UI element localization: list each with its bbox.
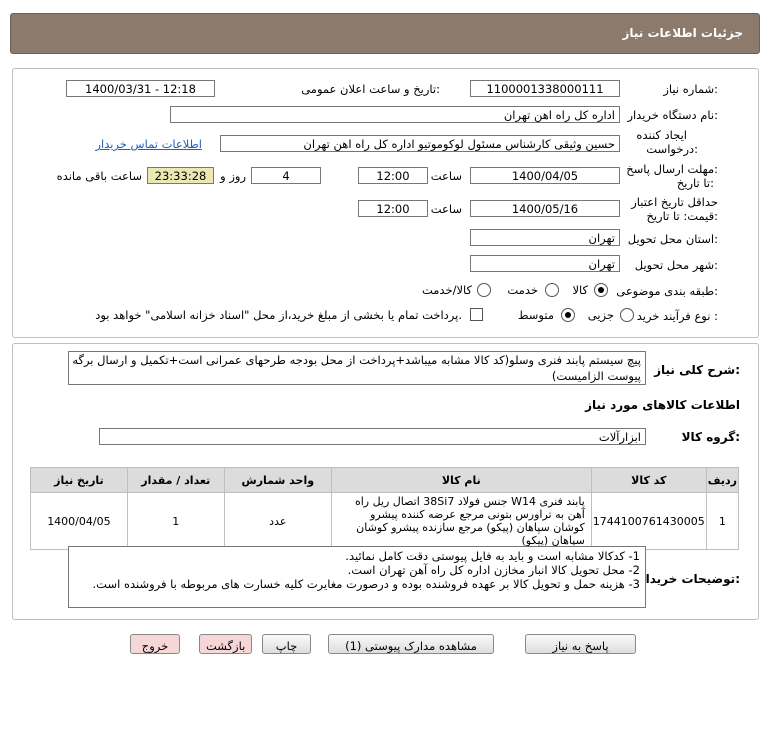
buyer-notes-label: توضیحات خریدار:: [638, 572, 740, 586]
reply-button[interactable]: پاسخ به نیاز: [525, 634, 636, 654]
row-date: 1400/04/05: [30, 492, 128, 550]
validity-label-2: قیمت: تا تاریخ:: [646, 209, 718, 223]
province-field: تهران: [470, 229, 620, 246]
page-title: جزئیات اطلاعات نیاز: [622, 26, 743, 40]
buyer-org-label: نام دستگاه خریدار:: [627, 108, 718, 122]
buyer-notes-box: 1- کدکالا مشابه است و باید به فایل پیوست…: [68, 546, 646, 608]
buyer-note-line: 1- کدکالا مشابه است و باید به فایل پیوست…: [345, 549, 640, 563]
deadline-label: مهلت ارسال پاسخ:: [626, 162, 718, 176]
treasury-payment-note: پرداخت تمام یا بخشی از مبلغ خرید،از محل …: [95, 308, 462, 322]
creator-field: حسین وثیقی کارشناس مسئول لوکوموتیو اداره…: [220, 135, 620, 152]
category-label: طبقه بندی موضوعی:: [616, 284, 718, 298]
goods-group-field: ابزارآلات: [99, 428, 646, 445]
page-header: جزئیات اطلاعات نیاز: [10, 13, 760, 54]
row-qty: 1: [126, 492, 225, 550]
validity-time-field: 12:00: [358, 200, 428, 217]
exit-button[interactable]: خروج: [130, 634, 180, 654]
col-code: کد کالا: [590, 467, 707, 493]
category-radio-goods[interactable]: [594, 283, 608, 297]
buyer-org-field: اداره کل راه اهن تهران: [170, 106, 620, 123]
goods-section-title: اطلاعات کالاهای مورد نیاز: [585, 398, 740, 412]
print-button[interactable]: چاپ: [262, 634, 311, 654]
deadline-label-2: تا تاریخ:: [676, 176, 714, 190]
table-row: 1 1744100761430005 پابند فنری W14 جنس فو…: [30, 492, 740, 550]
buyer-note-line: 2- محل تحویل کالا انبار مخازن اداره کل ر…: [347, 563, 640, 577]
category-option-service: خدمت: [507, 283, 538, 297]
col-date: تاریخ نیاز: [30, 467, 128, 493]
category-radio-service[interactable]: [545, 283, 559, 297]
goods-table-header: ردیف کد کالا نام کالا واحد شمارش تعداد /…: [30, 467, 740, 493]
col-index: ردیف: [705, 467, 740, 493]
view-attachments-button[interactable]: مشاهده مدارک پیوستی (1): [328, 634, 494, 654]
col-unit: واحد شمارش: [223, 467, 332, 493]
deadline-date-field: 1400/04/05: [470, 167, 620, 184]
row-code: 1744100761430005: [590, 492, 707, 550]
row-name: پابند فنری W14 جنس فولاد 38Si7 اتصال ریل…: [330, 492, 592, 550]
category-option-goods-service: کالا/خدمت: [421, 283, 472, 297]
remaining-time-field: 23:33:28: [147, 167, 214, 184]
validity-date-field: 1400/05/16: [470, 200, 620, 217]
deadline-time-label: ساعت: [430, 169, 462, 183]
category-radio-goods-service[interactable]: [477, 283, 491, 297]
back-button[interactable]: بازگشت: [199, 634, 252, 654]
province-label: استان محل تحویل:: [627, 232, 718, 246]
announce-label: تاریخ و ساعت اعلان عمومی:: [301, 82, 440, 96]
remaining-time-label: ساعت باقی مانده: [56, 169, 142, 183]
creator-label: ایجاد کننده: [636, 128, 687, 142]
process-label: نوع فرآیند خرید :: [636, 309, 718, 323]
row-unit: عدد: [223, 492, 332, 550]
validity-time-label: ساعت: [430, 202, 462, 216]
days-and-label: روز و: [220, 169, 246, 183]
process-option-minor: جزیی: [587, 308, 614, 322]
buyer-contact-link[interactable]: اطلاعات تماس خریدار: [95, 137, 202, 151]
creator-label-2: درخواست:: [646, 142, 698, 156]
city-field: تهران: [470, 255, 620, 272]
days-field: 4: [251, 167, 321, 184]
process-option-medium: متوسط: [517, 308, 554, 322]
col-name: نام کالا: [330, 467, 592, 493]
announce-field: 1400/03/31 - 12:18: [66, 80, 215, 97]
need-number-label: شماره نیاز:: [663, 82, 718, 96]
validity-label: حداقل تاریخ اعتبار: [631, 195, 718, 209]
treasury-payment-checkbox[interactable]: [470, 308, 483, 321]
city-label: شهر محل تحویل:: [634, 258, 718, 272]
deadline-time-field: 12:00: [358, 167, 428, 184]
col-qty: تعداد / مقدار: [126, 467, 225, 493]
row-index: 1: [705, 492, 740, 550]
process-radio-medium[interactable]: [561, 308, 575, 322]
summary-label: شرح کلی نیاز:: [654, 363, 740, 377]
process-radio-minor[interactable]: [620, 308, 634, 322]
summary-text: پیچ سیستم پابند فنری وسلو(کد کالا مشابه …: [68, 351, 646, 385]
buyer-note-line: 3- هزینه حمل و تحویل کالا بر عهده فروشند…: [92, 577, 640, 591]
need-number-field: 1100001338000111: [470, 80, 620, 97]
goods-table: ردیف کد کالا نام کالا واحد شمارش تعداد /…: [30, 467, 740, 550]
category-option-goods: کالا: [572, 283, 588, 297]
goods-group-label: گروه کالا:: [681, 430, 740, 444]
